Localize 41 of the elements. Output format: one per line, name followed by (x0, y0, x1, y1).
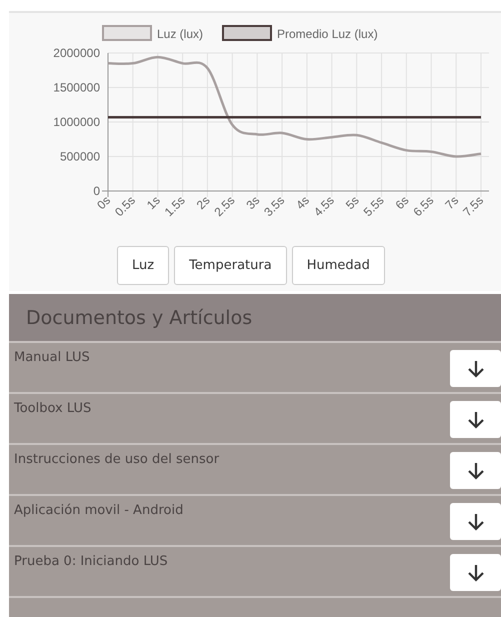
x-tick-label: 3s (243, 193, 262, 212)
download-arrow-icon (466, 460, 486, 480)
y-tick-label: 0 (93, 184, 100, 198)
document-title: Aplicación movil - Android (13, 502, 184, 518)
sensor-button[interactable]: Temperatura (174, 246, 287, 285)
download-button[interactable] (450, 503, 501, 540)
y-tick-label: 1500000 (53, 80, 100, 94)
x-tick-label: 2.5s (212, 193, 238, 220)
x-tick-label: 0.5s (112, 193, 138, 220)
y-tick-label: 500000 (60, 150, 100, 164)
x-tick-label: 4s (293, 193, 312, 212)
x-tick-label: 5s (342, 193, 362, 212)
x-tick-label: 7.5s (460, 193, 486, 220)
legend-label: Luz (lux) (157, 27, 204, 41)
download-arrow-icon (466, 358, 486, 378)
download-arrow-icon (466, 562, 486, 582)
sensor-button[interactable]: Luz (117, 246, 170, 285)
y-tick-label: 1000000 (53, 115, 100, 129)
x-tick-label: 6s (392, 193, 412, 212)
download-button[interactable] (450, 554, 501, 591)
document-title: Instrucciones de uso del sensor (13, 451, 220, 467)
x-tick-label: 1s (144, 193, 163, 212)
document-title: Prueba 0: Iniciando LUS (13, 553, 168, 569)
download-button[interactable] (450, 401, 501, 438)
download-button[interactable] (450, 452, 501, 489)
y-tick-label: 2000000 (53, 46, 100, 60)
document-title: Manual LUS (13, 349, 90, 365)
x-tick-label: 5.5s (360, 193, 387, 220)
sensor-button[interactable]: Humedad (292, 246, 385, 285)
download-arrow-icon (466, 410, 486, 430)
x-tick-label: 3.5s (261, 193, 288, 220)
download-arrow-icon (466, 512, 486, 532)
x-tick-label: 2s (194, 193, 213, 212)
download-button[interactable] (450, 350, 501, 387)
x-tick-label: 1.5s (162, 193, 188, 220)
x-tick-label: 4.5s (310, 193, 337, 220)
x-tick-label: 6.5s (410, 193, 436, 220)
legend-label: Promedio Luz (lux) (277, 27, 378, 41)
x-tick-label: 7s (442, 193, 462, 212)
document-title: Toolbox LUS (13, 400, 92, 416)
section-title: Documentos y Artículos (26, 306, 252, 328)
